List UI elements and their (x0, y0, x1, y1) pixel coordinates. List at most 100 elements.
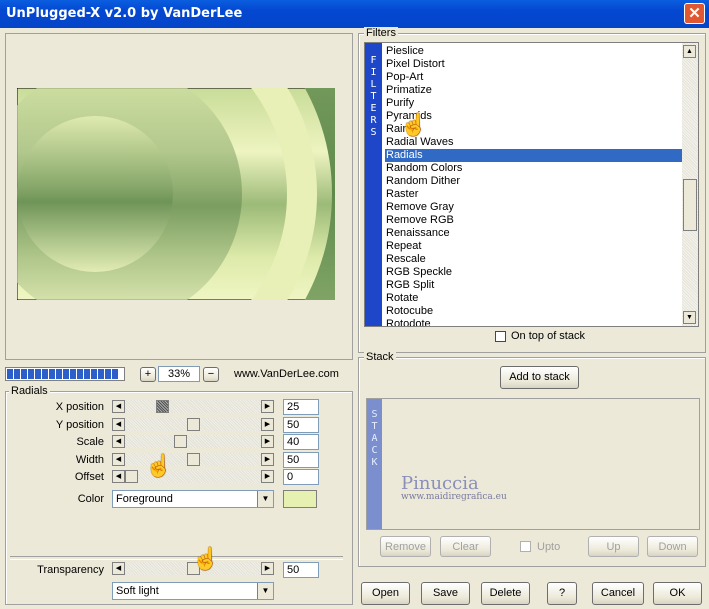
list-item[interactable]: Raster (385, 188, 682, 201)
slider-right-icon[interactable]: ▶ (261, 435, 274, 449)
param-label: Offset (74, 471, 104, 484)
param-value[interactable]: 50 (283, 416, 319, 433)
cancel-button[interactable]: Cancel (592, 582, 644, 605)
slider-thumb[interactable] (174, 435, 187, 449)
slider-track[interactable] (125, 435, 261, 449)
slider-left-icon[interactable]: ◀ (112, 470, 125, 484)
chevron-down-icon[interactable]: ▼ (257, 583, 273, 599)
list-item[interactable]: Random Colors (385, 162, 682, 175)
website-link[interactable]: www.VanDerLee.com (234, 368, 339, 380)
close-button[interactable]: ✕ (684, 3, 705, 24)
clear-button[interactable]: Clear (440, 536, 491, 557)
help-button[interactable]: ? (547, 582, 577, 605)
watermark-name: Pinuccia (401, 473, 479, 494)
slider-right-icon[interactable]: ▶ (261, 452, 274, 466)
separator (10, 556, 343, 560)
list-item[interactable]: Remove Gray (385, 201, 682, 214)
blend-mode-value: Soft light (116, 585, 159, 597)
list-item[interactable]: Pieslice (385, 45, 682, 58)
delete-button[interactable]: Delete (481, 582, 530, 605)
param-label: Scale (76, 436, 104, 449)
down-button[interactable]: Down (647, 536, 698, 557)
color-swatch[interactable] (283, 490, 317, 508)
up-button[interactable]: Up (588, 536, 639, 557)
list-item[interactable]: Rotodote (385, 318, 682, 326)
slider-thumb[interactable] (187, 452, 200, 466)
stack-strip: STACK (367, 399, 382, 529)
scroll-thumb[interactable] (683, 179, 697, 231)
strip-letter: A (371, 433, 378, 444)
slider-right-icon[interactable]: ▶ (261, 400, 274, 413)
title-bar: UnPlugged-X v2.0 by VanDerLee ✕ (0, 0, 709, 28)
list-item[interactable]: Radial Waves (385, 136, 682, 149)
list-item[interactable]: Renaissance (385, 227, 682, 240)
radials-group-label: Radials (9, 385, 50, 397)
param-value[interactable]: 0 (283, 469, 319, 486)
param-value[interactable]: 50 (283, 451, 319, 468)
slider-left-icon[interactable]: ◀ (112, 400, 125, 413)
zoom-out-button[interactable]: − (203, 367, 219, 382)
param-label: X position (55, 401, 104, 413)
slider-right-icon[interactable]: ▶ (261, 417, 274, 431)
slider-left-icon[interactable]: ◀ (112, 435, 125, 449)
filters-group-label: Filters (364, 27, 398, 39)
filters-list[interactable]: FILTERS Pieslice Pixel Distort Pop-Art Prim… (364, 42, 699, 327)
stack-list[interactable]: STACK Pinuccia www.maidiregrafica.eu (366, 398, 700, 530)
progress-block (21, 369, 27, 379)
transparency-value[interactable]: 50 (283, 562, 319, 578)
blend-mode-select[interactable]: Soft light ▼ (112, 582, 274, 600)
open-button[interactable]: Open (361, 582, 410, 605)
list-item[interactable]: Purify (385, 97, 682, 110)
slider-thumb[interactable] (156, 400, 169, 413)
progress-block (35, 369, 41, 379)
list-item[interactable]: RGB Speckle (385, 266, 682, 279)
slider-track[interactable] (125, 400, 261, 413)
strip-letter: E (370, 103, 377, 114)
strip-letter: S (371, 409, 378, 420)
list-item[interactable]: Repeat (385, 240, 682, 253)
list-item[interactable]: Radials (385, 149, 682, 162)
zoom-in-button[interactable]: + (140, 367, 156, 382)
list-item[interactable]: Pop-Art (385, 71, 682, 84)
upto-label: Upto (537, 541, 561, 553)
list-item[interactable]: Pyramids (385, 110, 682, 123)
progress-block (77, 369, 83, 379)
list-item[interactable]: Random Dither (385, 175, 682, 188)
add-to-stack-button[interactable]: Add to stack (500, 366, 579, 389)
on-top-label: On top of stack (511, 330, 585, 342)
filters-scrollbar[interactable]: ▲ ▼ (682, 43, 698, 326)
list-item[interactable]: Primatize (385, 84, 682, 97)
transparency-label: Transparency (37, 564, 104, 576)
preview-image[interactable] (17, 88, 335, 300)
list-item[interactable]: Rescale (385, 253, 682, 266)
list-item[interactable]: Remove RGB (385, 214, 682, 227)
remove-button[interactable]: Remove (380, 536, 431, 557)
color-select[interactable]: Foreground ▼ (112, 490, 274, 508)
save-button[interactable]: Save (421, 582, 470, 605)
scroll-down-icon[interactable]: ▼ (683, 311, 696, 324)
window-title: UnPlugged-X v2.0 by VanDerLee (6, 6, 243, 21)
param-value[interactable]: 25 (283, 399, 319, 415)
list-item[interactable]: Pixel Distort (385, 58, 682, 71)
upto-checkbox[interactable] (520, 541, 531, 552)
progress-block (112, 369, 118, 379)
slider-left-icon[interactable]: ◀ (112, 417, 125, 431)
list-item[interactable]: RGB Split (385, 279, 682, 292)
scroll-up-icon[interactable]: ▲ (683, 45, 696, 58)
slider-right-icon[interactable]: ▶ (261, 562, 274, 575)
strip-letter: R (370, 115, 377, 126)
slider-thumb[interactable] (187, 417, 200, 431)
preview-panel (5, 33, 353, 360)
slider-left-icon[interactable]: ◀ (112, 452, 125, 466)
param-value[interactable]: 40 (283, 434, 319, 451)
list-item[interactable]: Rotocube (385, 305, 682, 318)
stack-group-label: Stack (364, 351, 396, 363)
slider-thumb[interactable] (125, 470, 138, 484)
on-top-checkbox[interactable] (495, 331, 506, 342)
ok-button[interactable]: OK (653, 582, 702, 605)
slider-right-icon[interactable]: ▶ (261, 470, 274, 484)
chevron-down-icon[interactable]: ▼ (257, 491, 273, 507)
list-item[interactable]: Rain (385, 123, 682, 136)
slider-left-icon[interactable]: ◀ (112, 562, 125, 575)
list-item[interactable]: Rotate (385, 292, 682, 305)
